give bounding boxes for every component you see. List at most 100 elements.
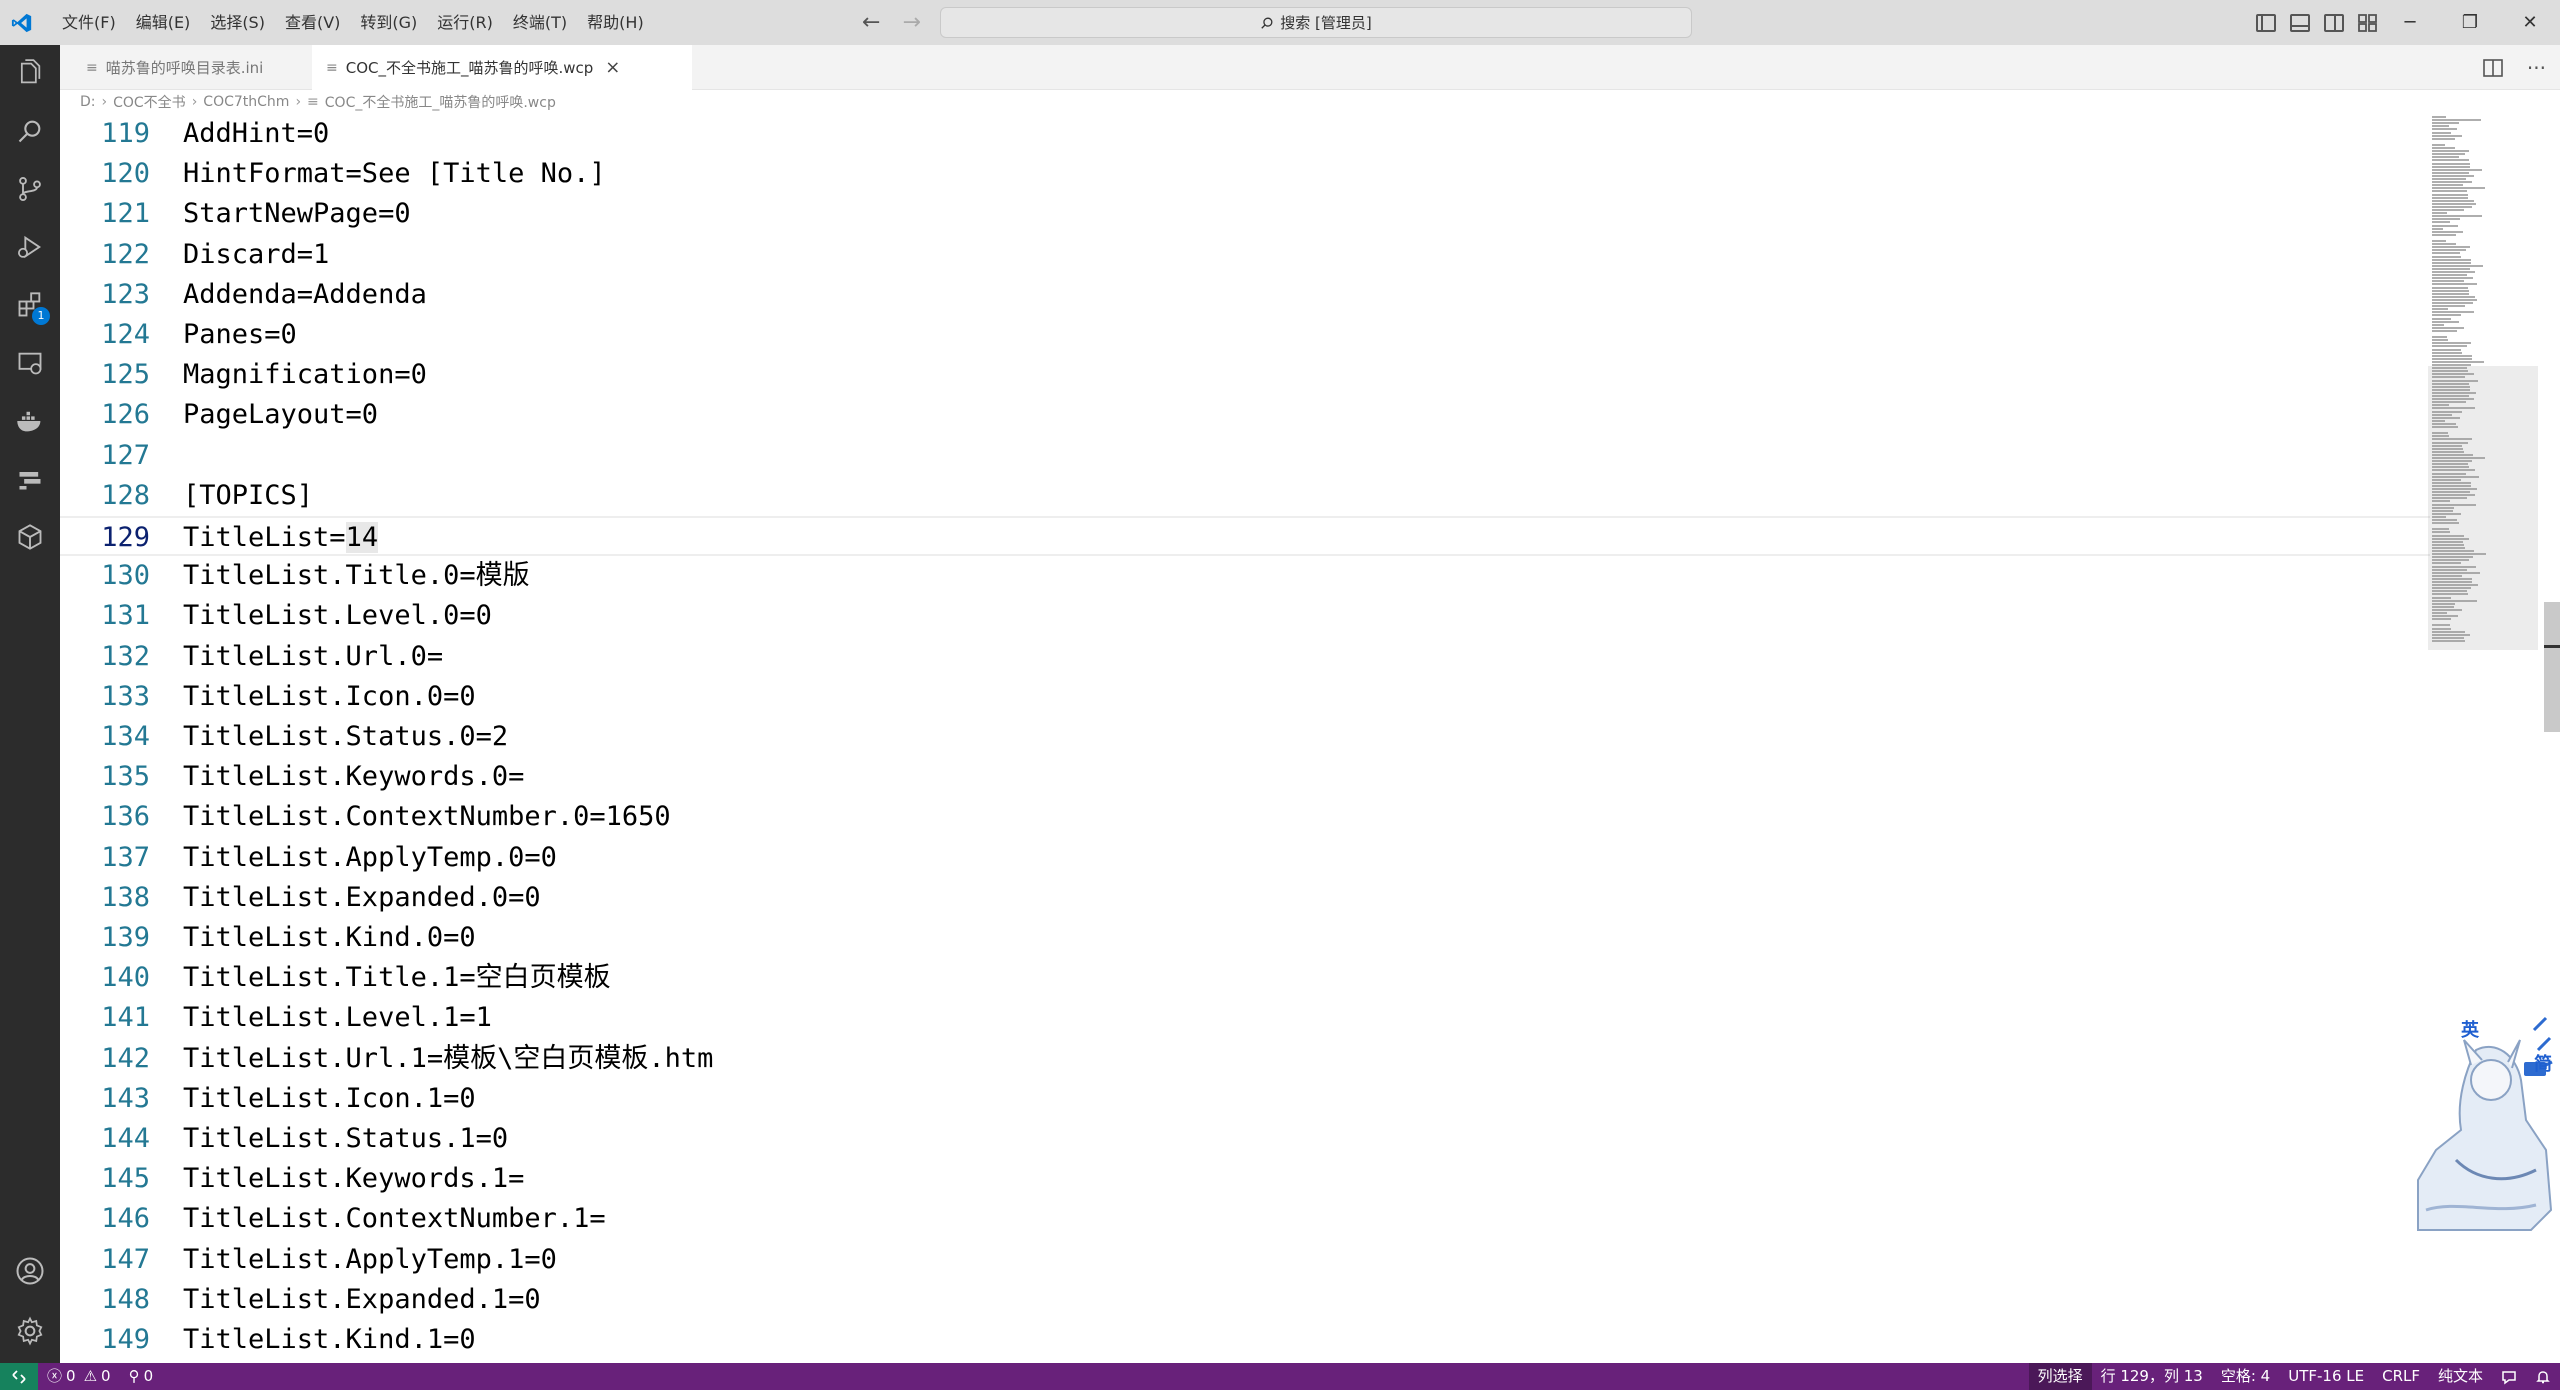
remote-explorer-icon[interactable] (0, 335, 60, 391)
line-number[interactable]: 143 (60, 1079, 150, 1119)
more-actions-icon[interactable]: ··· (2527, 56, 2546, 80)
explorer-icon[interactable] (0, 45, 60, 101)
extensions-icon[interactable]: 1 (0, 277, 60, 333)
line-number[interactable]: 132 (60, 637, 150, 677)
package-icon[interactable] (0, 509, 60, 565)
code-line[interactable]: 149 TitleList.Kind.1=0 (60, 1320, 2430, 1360)
toggle-secondary-sidebar-icon[interactable] (2324, 13, 2344, 32)
ime-language-indicator[interactable]: 英 (2461, 1016, 2479, 1042)
code-line[interactable]: 145 TitleList.Keywords.1= (60, 1159, 2430, 1199)
tab-catalog-ini[interactable]: ≡ 喵苏鲁的呼唤目录表.ini (72, 45, 312, 90)
menu-item[interactable]: 运行(R) (427, 0, 503, 45)
ports-indicator[interactable]: ⚲ 0 (120, 1363, 163, 1390)
remote-indicator-button[interactable] (0, 1363, 38, 1390)
code-line[interactable]: 140 TitleList.Title.1=空白页模板 (60, 958, 2430, 998)
menu-item[interactable]: 选择(S) (200, 0, 275, 45)
line-number[interactable]: 126 (60, 395, 150, 435)
line-number[interactable]: 148 (60, 1280, 150, 1320)
feedback-icon[interactable] (2492, 1363, 2526, 1390)
line-number[interactable]: 134 (60, 717, 150, 757)
notifications-bell-icon[interactable] (2526, 1363, 2560, 1390)
split-editor-icon[interactable] (2483, 58, 2503, 77)
code-line[interactable]: 122 Discard=1 (60, 235, 2430, 275)
line-number[interactable]: 145 (60, 1159, 150, 1199)
vertical-scrollbar-thumb[interactable] (2544, 602, 2560, 732)
line-number[interactable]: 125 (60, 355, 150, 395)
docker-icon[interactable] (0, 393, 60, 449)
code-line[interactable]: 137 TitleList.ApplyTemp.0=0 (60, 838, 2430, 878)
line-number[interactable]: 136 (60, 797, 150, 837)
line-number[interactable]: 149 (60, 1320, 150, 1360)
line-number[interactable]: 142 (60, 1039, 150, 1079)
minimize-button[interactable]: ─ (2380, 0, 2440, 45)
line-number[interactable]: 119 (60, 116, 150, 154)
problems-indicator[interactable]: ⓧ 0 ⚠ 0 (38, 1363, 120, 1390)
toggle-panel-icon[interactable] (2290, 13, 2310, 32)
code-line[interactable]: 141 TitleList.Level.1=1 (60, 998, 2430, 1038)
layers-icon[interactable] (0, 451, 60, 507)
code-line[interactable]: 135 TitleList.Keywords.0= (60, 757, 2430, 797)
line-number[interactable]: 141 (60, 998, 150, 1038)
code-line[interactable]: 134 TitleList.Status.0=2 (60, 717, 2430, 757)
code-line[interactable]: 125 Magnification=0 (60, 355, 2430, 395)
line-number[interactable]: 137 (60, 838, 150, 878)
code-line[interactable]: 123 Addenda=Addenda (60, 275, 2430, 315)
line-number[interactable]: 135 (60, 757, 150, 797)
ime-mode-indicator[interactable]: 简 (2534, 1050, 2552, 1076)
code-line[interactable]: 143 TitleList.Icon.1=0 (60, 1079, 2430, 1119)
line-number[interactable]: 131 (60, 596, 150, 636)
go-back-icon[interactable]: ← (862, 10, 880, 35)
line-number[interactable]: 121 (60, 194, 150, 234)
breadcrumb-drive[interactable]: D: (80, 94, 96, 110)
code-line[interactable]: 147 TitleList.ApplyTemp.1=0 (60, 1240, 2430, 1280)
line-number[interactable]: 133 (60, 677, 150, 717)
cursor-position[interactable]: 行 129，列 13 (2092, 1363, 2212, 1390)
line-number[interactable]: 138 (60, 878, 150, 918)
menu-item[interactable]: 编辑(E) (126, 0, 201, 45)
menu-item[interactable]: 转到(G) (350, 0, 427, 45)
code-line[interactable]: 131 TitleList.Level.0=0 (60, 596, 2430, 636)
go-forward-icon[interactable]: → (902, 10, 920, 35)
account-icon[interactable] (0, 1243, 60, 1299)
search-icon[interactable] (0, 103, 60, 159)
code-line[interactable]: 128 [TOPICS] (60, 476, 2430, 516)
close-tab-icon[interactable]: × (605, 57, 620, 78)
code-line[interactable]: 133 TitleList.Icon.0=0 (60, 677, 2430, 717)
line-number[interactable]: 120 (60, 154, 150, 194)
line-number[interactable]: 128 (60, 476, 150, 516)
code-line[interactable]: 127 (60, 436, 2430, 476)
line-number[interactable]: 140 (60, 958, 150, 998)
code-line[interactable]: 124 Panes=0 (60, 315, 2430, 355)
selection-mode-indicator[interactable]: 列选择 (2028, 1363, 2092, 1390)
source-control-icon[interactable] (0, 161, 60, 217)
code-line[interactable]: 121 StartNewPage=0 (60, 194, 2430, 234)
code-line[interactable]: 139 TitleList.Kind.0=0 (60, 918, 2430, 958)
code-line[interactable]: 138 TitleList.Expanded.0=0 (60, 878, 2430, 918)
tab-wcp-file[interactable]: ≡ COC_不全书施工_喵苏鲁的呼唤.wcp × (312, 45, 692, 90)
line-number[interactable]: 130 (60, 556, 150, 596)
code-line[interactable]: 119 AddHint=0 (60, 116, 2430, 154)
line-number[interactable]: 129 (60, 518, 150, 558)
code-line[interactable]: 148 TitleList.Expanded.1=0 (60, 1280, 2430, 1320)
toggle-primary-sidebar-icon[interactable] (2256, 13, 2276, 32)
customize-layout-icon[interactable] (2358, 13, 2378, 32)
restore-button[interactable]: ❐ (2440, 0, 2500, 45)
line-number[interactable]: 147 (60, 1240, 150, 1280)
menu-item[interactable]: 文件(F) (52, 0, 126, 45)
settings-gear-icon[interactable] (0, 1303, 60, 1359)
language-mode-indicator[interactable]: 纯文本 (2429, 1363, 2492, 1390)
code-line[interactable]: 136 TitleList.ContextNumber.0=1650 (60, 797, 2430, 837)
line-number[interactable]: 144 (60, 1119, 150, 1159)
code-editor[interactable]: 119 AddHint=0 120 HintFormat=See [Title No.… (60, 116, 2560, 1363)
menu-item[interactable]: 查看(V) (275, 0, 350, 45)
code-line[interactable]: 142 TitleList.Url.1=模板\空白页模板.htm (60, 1039, 2430, 1079)
eol-indicator[interactable]: CRLF (2373, 1363, 2429, 1390)
breadcrumb-folder[interactable]: COC不全书 (113, 92, 186, 112)
code-line[interactable]: 132 TitleList.Url.0= (60, 637, 2430, 677)
vscode-logo-icon[interactable] (0, 0, 44, 45)
code-line[interactable]: 144 TitleList.Status.1=0 (60, 1119, 2430, 1159)
code-line-current[interactable]: 129 TitleList=14 (60, 516, 2430, 556)
code-line[interactable]: 126 PageLayout=0 (60, 395, 2430, 435)
ime-mascot-widget[interactable]: 英 简 (2416, 1010, 2556, 1235)
line-number[interactable]: 146 (60, 1199, 150, 1239)
